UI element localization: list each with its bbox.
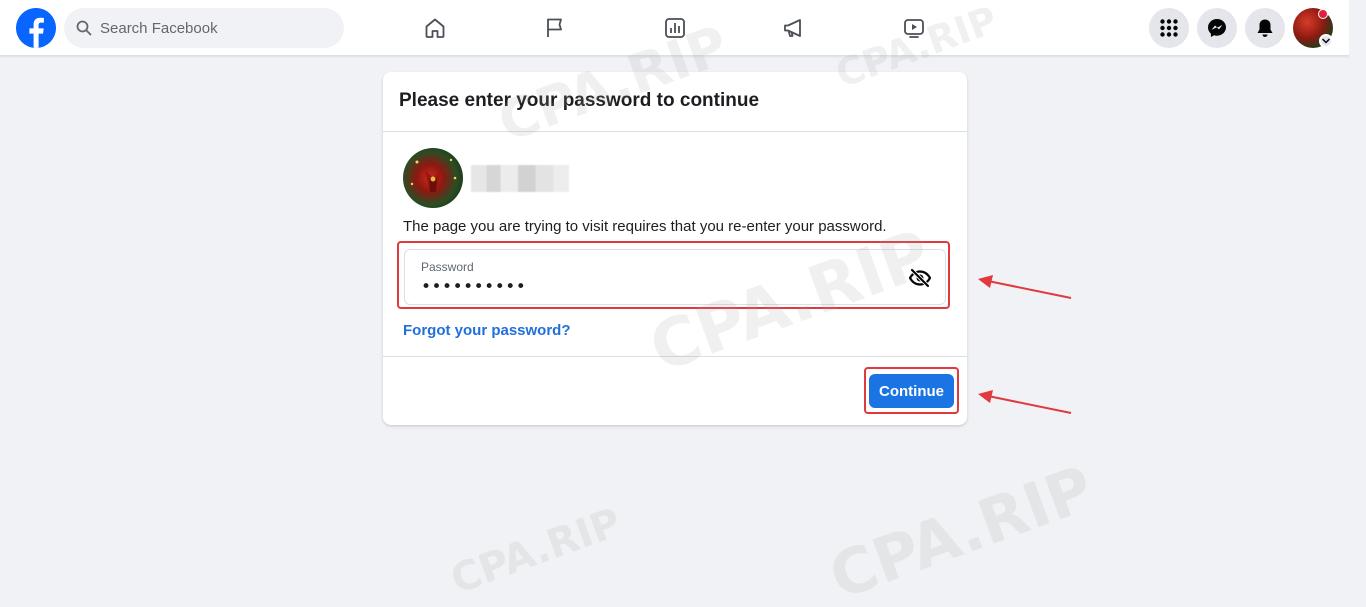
search-input[interactable] (100, 19, 320, 37)
chart-icon[interactable] (655, 8, 695, 48)
notification-dot (1318, 9, 1328, 19)
home-icon[interactable] (415, 8, 455, 48)
search-box[interactable] (64, 8, 344, 48)
dialog-description: The page you are trying to visit require… (403, 218, 887, 235)
dialog-title: Please enter your password to continue (399, 90, 760, 111)
video-icon[interactable] (894, 8, 934, 48)
menu-grid-button[interactable] (1149, 8, 1189, 48)
top-navigation-bar (0, 0, 1366, 56)
continue-highlight-box (864, 367, 959, 414)
bell-icon (1257, 19, 1273, 37)
arrow-icon (978, 390, 1072, 414)
messenger-button[interactable] (1197, 8, 1237, 48)
profile-avatar (403, 148, 463, 208)
menu-grid-icon (1160, 19, 1178, 37)
divider (383, 356, 967, 357)
blurred-username (471, 165, 569, 192)
divider (383, 131, 967, 132)
password-highlight-box (397, 241, 950, 309)
notifications-button[interactable] (1245, 8, 1285, 48)
forgot-password-link[interactable]: Forgot your password? (403, 322, 571, 339)
facebook-logo-icon[interactable] (16, 8, 56, 48)
watermark: CPA.RIP (820, 451, 1103, 607)
watermark: CPA.RIP (445, 499, 627, 604)
account-avatar-button[interactable] (1293, 8, 1333, 48)
scrollbar[interactable] (1349, 0, 1366, 607)
megaphone-icon[interactable] (774, 8, 814, 48)
messenger-icon (1208, 19, 1226, 37)
search-icon (76, 20, 92, 36)
arrow-icon (978, 275, 1072, 299)
chevron-down-icon (1319, 34, 1333, 48)
flag-icon[interactable] (535, 8, 575, 48)
